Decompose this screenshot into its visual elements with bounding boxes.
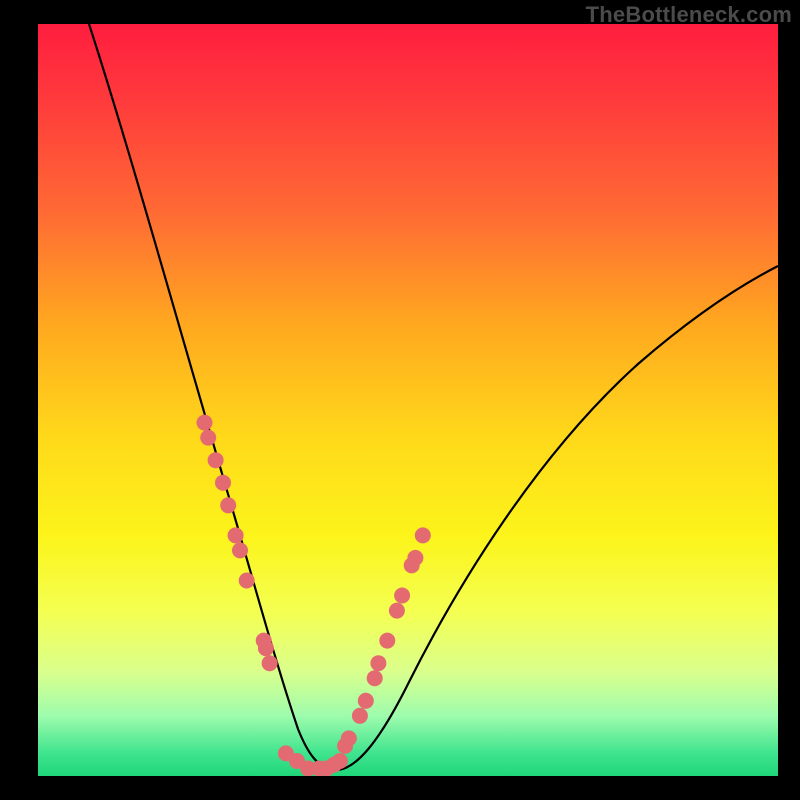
marker-dot [232,542,248,558]
marker-dot [258,640,274,656]
bottleneck-curve [89,24,778,770]
marker-dot [228,527,244,543]
marker-dot [332,753,348,769]
plot-area [38,24,778,776]
marker-dot [262,655,278,671]
marker-dot [220,497,236,513]
marker-dot [337,738,353,754]
chart-stage: TheBottleneck.com [0,0,800,800]
marker-dot [215,475,231,491]
marker-dot [311,761,327,777]
marker-dot [341,730,357,746]
marker-dot [200,430,216,446]
marker-dot [319,761,335,777]
marker-dot [239,573,255,589]
marker-dot [256,633,272,649]
marker-dot [389,603,405,619]
marker-dot [370,655,386,671]
marker-dot [289,753,305,769]
marker-dot [379,633,395,649]
marker-dot [394,588,410,604]
marker-dot [326,757,342,773]
marker-dot [208,452,224,468]
marker-dot [278,745,294,761]
marker-dot [197,415,213,431]
marker-dot [358,693,374,709]
marker-dot [300,761,316,777]
curve-svg [38,24,778,776]
marker-dot [415,527,431,543]
marker-dots [197,415,431,776]
marker-dot [404,557,420,573]
marker-dot [407,550,423,566]
marker-dot [367,670,383,686]
marker-dot [352,708,368,724]
